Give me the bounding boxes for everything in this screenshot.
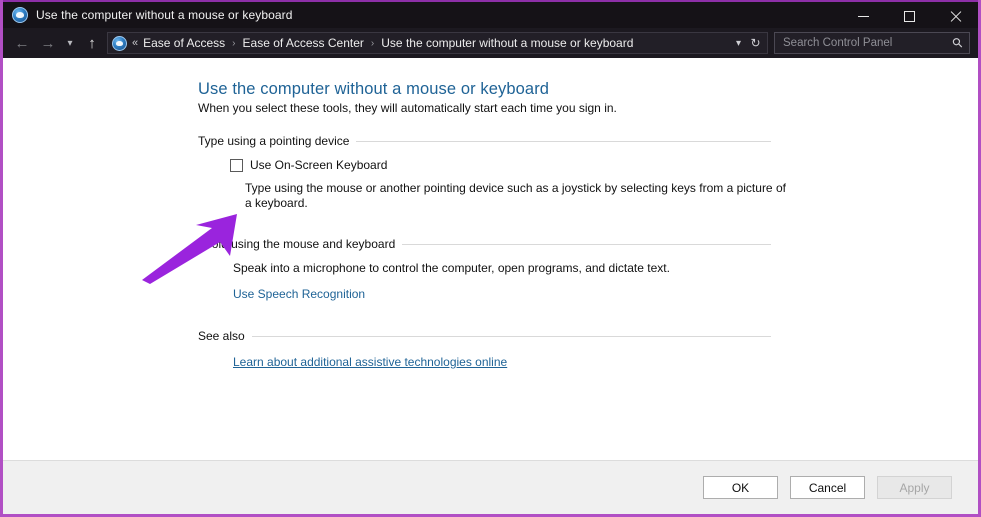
breadcrumb-item-current-page[interactable]: Use the computer without a mouse or keyb… — [381, 36, 633, 50]
on-screen-keyboard-checkbox-label: Use On-Screen Keyboard — [250, 158, 388, 172]
back-arrow-icon[interactable]: ← — [9, 30, 35, 56]
ok-button[interactable]: OK — [703, 476, 778, 499]
section-heading-avoid-mouse-keyboard: Avoid using the mouse and keyboard — [198, 237, 771, 251]
search-placeholder: Search Control Panel — [783, 37, 893, 49]
window-controls — [840, 2, 978, 30]
breadcrumb[interactable]: « Ease of Access › Ease of Access Center… — [107, 32, 768, 54]
section-heading-label: Avoid using the mouse and keyboard — [198, 237, 396, 251]
breadcrumb-overflow-icon[interactable]: « — [132, 37, 138, 49]
close-button[interactable] — [932, 2, 978, 30]
assistive-technologies-link[interactable]: Learn about additional assistive technol… — [233, 355, 507, 369]
refresh-icon[interactable]: ↻ — [747, 33, 764, 53]
apply-button[interactable]: Apply — [877, 476, 952, 499]
minimize-button[interactable] — [840, 2, 886, 30]
control-panel-window: Use the computer without a mouse or keyb… — [0, 0, 981, 517]
breadcrumb-item-ease-of-access-center[interactable]: Ease of Access Center — [243, 36, 364, 50]
use-speech-recognition-link[interactable]: Use Speech Recognition — [233, 287, 365, 301]
close-icon — [949, 10, 962, 23]
section-rule — [251, 335, 771, 337]
ease-of-access-icon — [12, 7, 28, 23]
forward-arrow-icon[interactable]: → — [35, 30, 61, 56]
navigation-bar: ← → ▾ ↑ « Ease of Access › Ease of Acces… — [3, 28, 978, 58]
window-title: Use the computer without a mouse or keyb… — [36, 8, 293, 22]
section-heading-pointing-device: Type using a pointing device — [198, 134, 771, 148]
section-rule — [402, 243, 771, 245]
maximize-button[interactable] — [886, 2, 932, 30]
search-icon[interactable]: ⚲ — [949, 34, 967, 52]
maximize-icon — [903, 10, 915, 22]
section-heading-see-also: See also — [198, 329, 771, 343]
dialog-footer: OK Cancel Apply — [3, 460, 978, 514]
recent-locations-chevron-down-icon[interactable]: ▾ — [61, 30, 79, 56]
minimize-icon — [857, 15, 869, 17]
on-screen-keyboard-checkbox-row[interactable]: Use On-Screen Keyboard — [230, 158, 978, 172]
main-content: Use the computer without a mouse or keyb… — [3, 58, 978, 460]
section-heading-label: See also — [198, 329, 245, 343]
breadcrumb-chevron-down-icon[interactable]: ▾ — [730, 33, 747, 53]
cancel-button[interactable]: Cancel — [790, 476, 865, 499]
speech-recognition-description: Speak into a microphone to control the c… — [233, 261, 670, 275]
breadcrumb-item-ease-of-access[interactable]: Ease of Access — [143, 36, 225, 50]
on-screen-keyboard-description: Type using the mouse or another pointing… — [245, 181, 786, 210]
breadcrumb-separator-icon: › — [232, 37, 236, 49]
breadcrumb-separator-icon: › — [370, 37, 375, 49]
title-bar: Use the computer without a mouse or keyb… — [3, 0, 978, 28]
breadcrumb-ease-of-access-icon — [112, 35, 127, 51]
search-input[interactable]: Search Control Panel ⚲ — [774, 32, 970, 54]
page-title: Use the computer without a mouse or keyb… — [198, 80, 550, 98]
up-arrow-icon[interactable]: ↑ — [79, 30, 105, 56]
page-subtitle: When you select these tools, they will a… — [198, 101, 617, 115]
on-screen-keyboard-checkbox[interactable] — [230, 158, 243, 172]
section-rule — [356, 140, 771, 142]
section-heading-label: Type using a pointing device — [198, 134, 350, 148]
